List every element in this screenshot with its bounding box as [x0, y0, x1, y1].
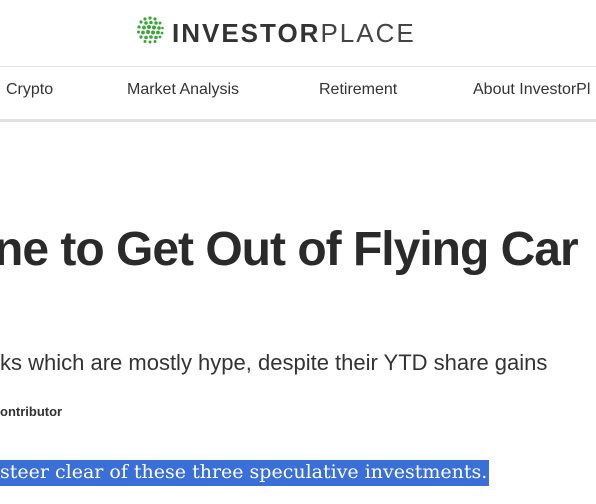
nav-item-about[interactable]: About InvestorPl	[473, 81, 590, 99]
article-byline: ontributor	[0, 404, 63, 419]
site-header: INVESTORPLACE	[0, 0, 596, 66]
logo-text-bold: INVESTOR	[172, 17, 321, 48]
article-subhead: ks which are mostly hype, despite their …	[0, 350, 548, 375]
logo-text-light: PLACE	[320, 17, 416, 48]
article-headline: ne to Get Out of Flying Car	[0, 223, 579, 276]
nav-item-crypto[interactable]: Crypto	[6, 81, 53, 99]
main-nav: Crypto Market Analysis Retirement About …	[0, 66, 596, 122]
globe-dots-icon	[134, 14, 166, 51]
nav-item-retirement[interactable]: Retirement	[319, 81, 397, 99]
site-logo[interactable]: INVESTORPLACE	[134, 14, 416, 51]
nav-item-market-analysis[interactable]: Market Analysis	[127, 81, 239, 99]
logo-wordmark: INVESTORPLACE	[172, 17, 416, 49]
article-summary-selected[interactable]: steer clear of these three speculative i…	[0, 460, 490, 486]
